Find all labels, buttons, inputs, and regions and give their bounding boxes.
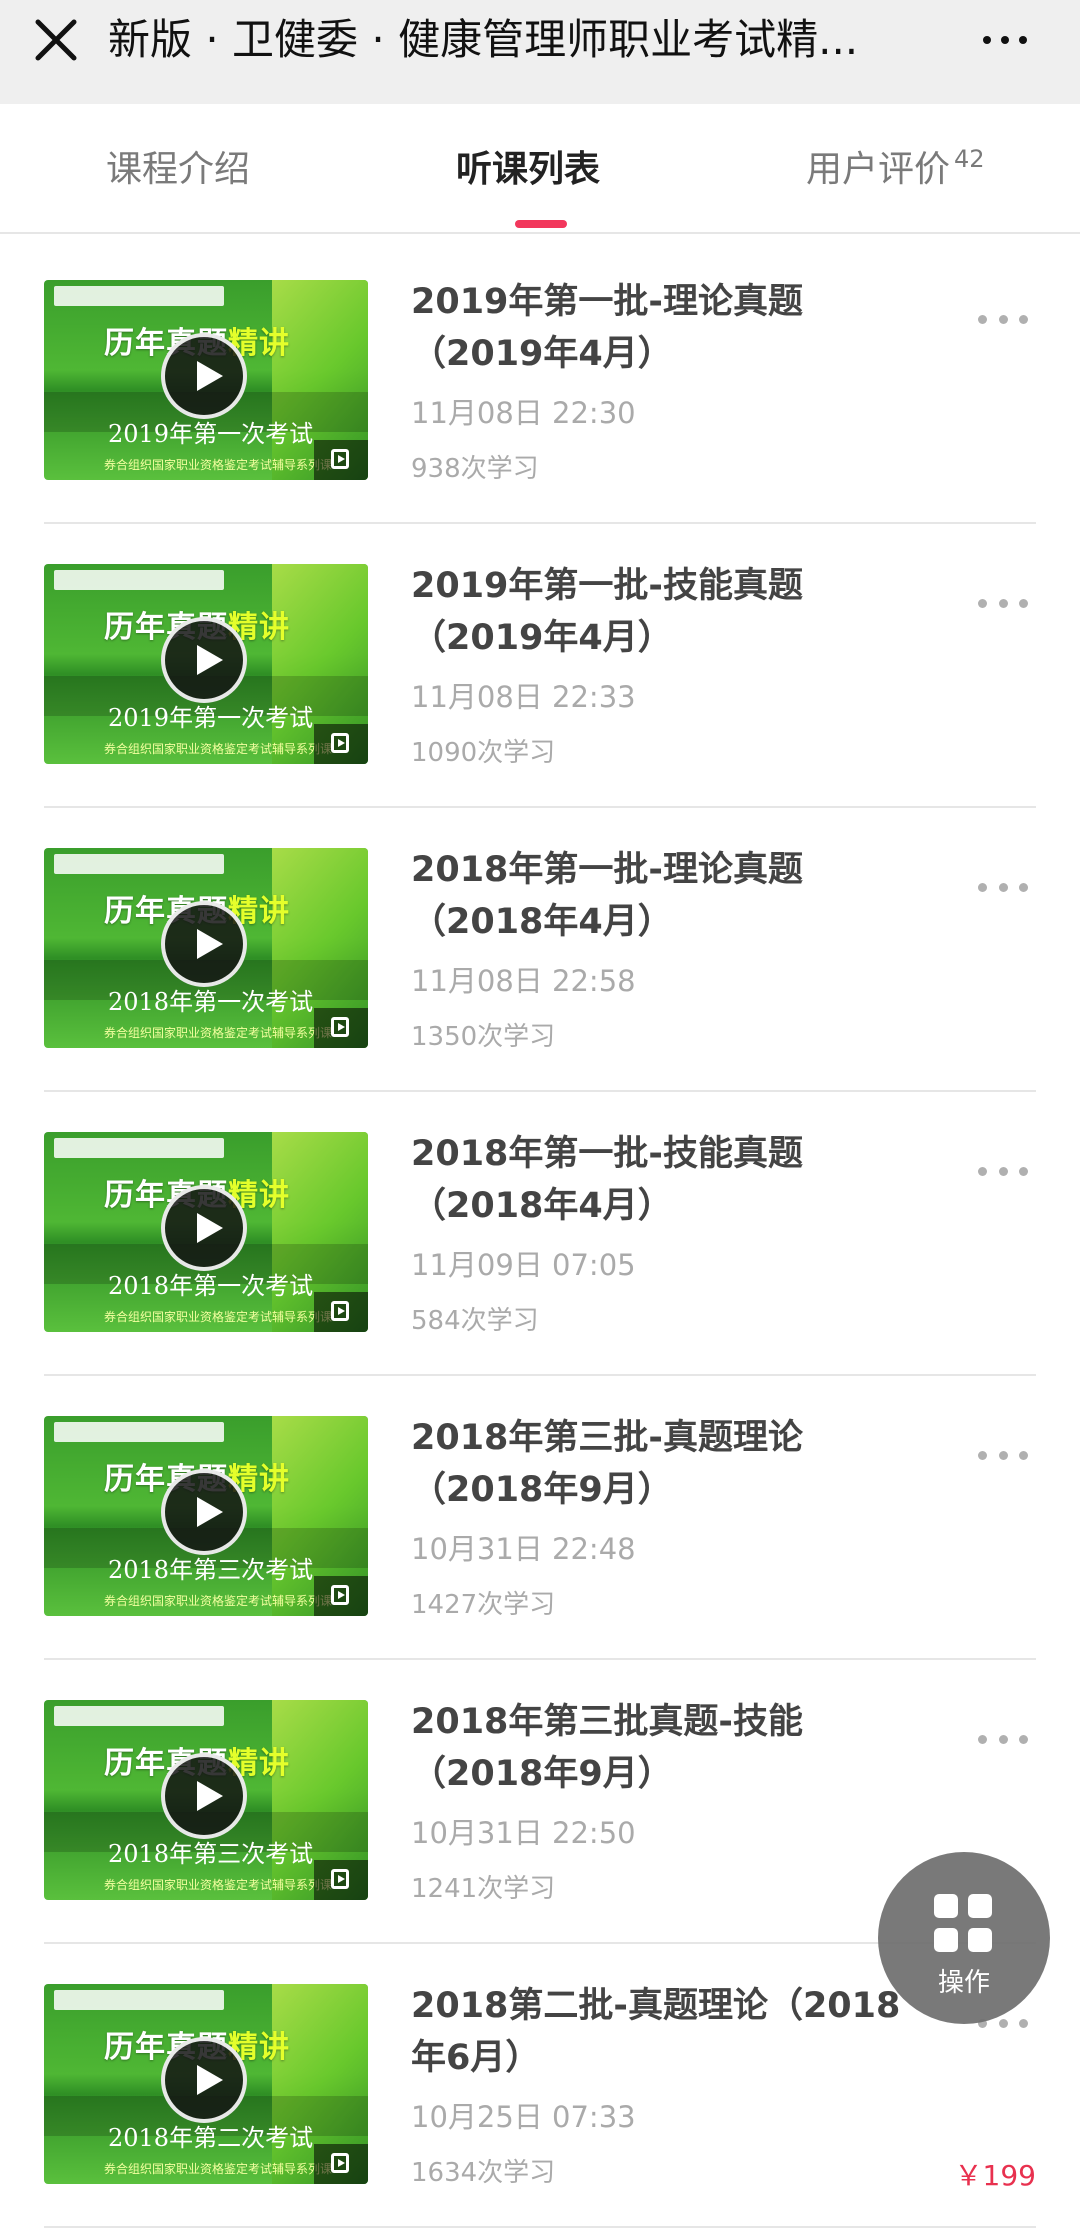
video-type-icon bbox=[314, 440, 368, 480]
item-more-icon[interactable] bbox=[978, 588, 1028, 618]
thumbnail-badge bbox=[54, 1706, 224, 1726]
tab-lecture-list[interactable]: 听课列表 bbox=[456, 140, 600, 200]
item-date: 11月09日 07:05 bbox=[411, 1248, 636, 1282]
video-type-icon bbox=[314, 1008, 368, 1048]
item-views: 584次学习 bbox=[411, 1306, 539, 1336]
thumbnail-footer: 券合组织国家职业资格鉴定考试辅导系列课 bbox=[104, 1594, 333, 1608]
item-more-icon[interactable] bbox=[978, 1724, 1028, 1754]
item-more-icon[interactable] bbox=[978, 304, 1028, 334]
thumbnail-footer: 券合组织国家职业资格鉴定考试辅导系列课 bbox=[104, 742, 333, 756]
thumbnail-badge bbox=[54, 854, 224, 874]
list-item[interactable]: 历年真题精讲 2018年第三次考试 券合组织国家职业资格鉴定考试辅导系列课 20… bbox=[0, 1376, 1080, 1660]
thumbnail-footer: 券合组织国家职业资格鉴定考试辅导系列课 bbox=[104, 1878, 333, 1892]
play-icon[interactable] bbox=[161, 1753, 247, 1839]
more-horizontal-icon[interactable] bbox=[970, 18, 1040, 62]
item-views: 1241次学习 bbox=[411, 1874, 556, 1904]
tab-user-reviews[interactable]: 用户评价 42 bbox=[806, 140, 985, 200]
item-views: 1427次学习 bbox=[411, 1590, 556, 1620]
video-type-icon bbox=[314, 2144, 368, 2184]
tab-bar: 课程介绍 听课列表 用户评价 42 bbox=[0, 104, 1080, 234]
item-date: 10月31日 22:50 bbox=[411, 1816, 636, 1850]
top-bar: 新版 · 卫健委 · 健康管理师职业考试精... bbox=[0, 0, 1080, 104]
thumbnail-caption: 2018年第三次考试 bbox=[108, 1840, 314, 1868]
item-more-icon[interactable] bbox=[978, 1156, 1028, 1186]
item-date: 10月25日 07:33 bbox=[411, 2100, 636, 2134]
thumbnail-caption: 2018年第三次考试 bbox=[108, 1556, 314, 1584]
item-title: 2018年第三批-真题理论（2018年9月） bbox=[411, 1418, 803, 1510]
item-views: 938次学习 bbox=[411, 454, 539, 484]
price-label: ￥199 bbox=[954, 2159, 1036, 2192]
play-icon[interactable] bbox=[161, 1185, 247, 1271]
video-thumbnail[interactable]: 历年真题精讲 2018年第二次考试 券合组织国家职业资格鉴定考试辅导系列课 bbox=[44, 1984, 368, 2184]
item-date: 11月08日 22:58 bbox=[411, 964, 636, 998]
thumbnail-footer: 券合组织国家职业资格鉴定考试辅导系列课 bbox=[104, 1026, 333, 1040]
play-icon[interactable] bbox=[161, 617, 247, 703]
item-more-icon[interactable] bbox=[978, 1440, 1028, 1470]
item-title: 2019年第一批-技能真题（2019年4月） bbox=[411, 566, 803, 658]
list-item[interactable]: 历年真题精讲 2019年第一次考试 券合组织国家职业资格鉴定考试辅导系列课 20… bbox=[0, 524, 1080, 808]
video-thumbnail[interactable]: 历年真题精讲 2019年第一次考试 券合组织国家职业资格鉴定考试辅导系列课 bbox=[44, 280, 368, 480]
close-icon[interactable] bbox=[28, 12, 84, 68]
thumbnail-footer: 券合组织国家职业资格鉴定考试辅导系列课 bbox=[104, 1310, 333, 1324]
item-views: 1634次学习 bbox=[411, 2158, 556, 2188]
video-type-icon bbox=[314, 1860, 368, 1900]
item-date: 11月08日 22:30 bbox=[411, 396, 636, 430]
page-title: 新版 · 卫健委 · 健康管理师职业考试精... bbox=[108, 15, 859, 64]
grid-icon bbox=[934, 1894, 994, 1954]
video-type-icon bbox=[314, 1292, 368, 1332]
video-thumbnail[interactable]: 历年真题精讲 2018年第三次考试 券合组织国家职业资格鉴定考试辅导系列课 bbox=[44, 1700, 368, 1900]
video-type-icon bbox=[314, 724, 368, 764]
review-count-badge: 42 bbox=[954, 145, 985, 173]
item-date: 11月08日 22:33 bbox=[411, 680, 636, 714]
play-icon[interactable] bbox=[161, 1469, 247, 1555]
video-thumbnail[interactable]: 历年真题精讲 2018年第一次考试 券合组织国家职业资格鉴定考试辅导系列课 bbox=[44, 1132, 368, 1332]
thumbnail-badge bbox=[54, 1990, 224, 2010]
fab-label: 操作 bbox=[937, 1968, 990, 1998]
thumbnail-caption: 2019年第一次考试 bbox=[108, 420, 314, 448]
play-icon[interactable] bbox=[161, 2037, 247, 2123]
thumbnail-caption: 2018年第一次考试 bbox=[108, 1272, 314, 1300]
thumbnail-badge bbox=[54, 1138, 224, 1158]
list-item[interactable]: 历年真题精讲 2019年第一次考试 券合组织国家职业资格鉴定考试辅导系列课 20… bbox=[0, 240, 1080, 524]
tab-label: 听课列表 bbox=[456, 149, 601, 190]
thumbnail-caption: 2018年第二次考试 bbox=[108, 2124, 314, 2152]
video-thumbnail[interactable]: 历年真题精讲 2019年第一次考试 券合组织国家职业资格鉴定考试辅导系列课 bbox=[44, 564, 368, 764]
item-date: 10月31日 22:48 bbox=[411, 1532, 636, 1566]
play-icon[interactable] bbox=[161, 901, 247, 987]
item-title: 2018年第一批-理论真题（2018年4月） bbox=[411, 850, 803, 942]
play-icon[interactable] bbox=[161, 333, 247, 419]
item-title: 2019年第一批-理论真题（2019年4月） bbox=[411, 282, 803, 374]
item-more-icon[interactable] bbox=[978, 872, 1028, 902]
item-title: 2018年第三批真题-技能（2018年9月） bbox=[411, 1702, 803, 1794]
item-views: 1090次学习 bbox=[411, 738, 556, 768]
list-item[interactable]: 历年真题精讲 2018年第一次考试 券合组织国家职业资格鉴定考试辅导系列课 20… bbox=[0, 1092, 1080, 1376]
item-title: 2018第二批-真题理论（2018年6月） bbox=[411, 1986, 901, 2078]
thumbnail-caption: 2018年第一次考试 bbox=[108, 988, 314, 1016]
thumbnail-badge bbox=[54, 1422, 224, 1442]
divider bbox=[44, 2226, 1036, 2228]
video-thumbnail[interactable]: 历年真题精讲 2018年第一次考试 券合组织国家职业资格鉴定考试辅导系列课 bbox=[44, 848, 368, 1048]
thumbnail-footer: 券合组织国家职业资格鉴定考试辅导系列课 bbox=[104, 2162, 333, 2176]
thumbnail-badge bbox=[54, 570, 224, 590]
item-title: 2018年第一批-技能真题（2018年4月） bbox=[411, 1134, 803, 1226]
tab-label: 课程介绍 bbox=[106, 149, 251, 190]
thumbnail-badge bbox=[54, 286, 224, 306]
video-thumbnail[interactable]: 历年真题精讲 2018年第三次考试 券合组织国家职业资格鉴定考试辅导系列课 bbox=[44, 1416, 368, 1616]
list-item[interactable]: 历年真题精讲 2018年第一次考试 券合组织国家职业资格鉴定考试辅导系列课 20… bbox=[0, 808, 1080, 1092]
active-tab-indicator bbox=[515, 220, 567, 228]
video-type-icon bbox=[314, 1576, 368, 1616]
tab-course-intro[interactable]: 课程介绍 bbox=[106, 140, 250, 200]
thumbnail-footer: 券合组织国家职业资格鉴定考试辅导系列课 bbox=[104, 458, 333, 472]
page: 新版 · 卫健委 · 健康管理师职业考试精... 课程介绍 听课列表 用户评价 4… bbox=[0, 0, 1080, 2238]
operation-fab-button[interactable]: 操作 bbox=[878, 1852, 1050, 2024]
thumbnail-caption: 2019年第一次考试 bbox=[108, 704, 314, 732]
item-views: 1350次学习 bbox=[411, 1022, 556, 1052]
tab-label: 用户评价 bbox=[806, 149, 951, 190]
